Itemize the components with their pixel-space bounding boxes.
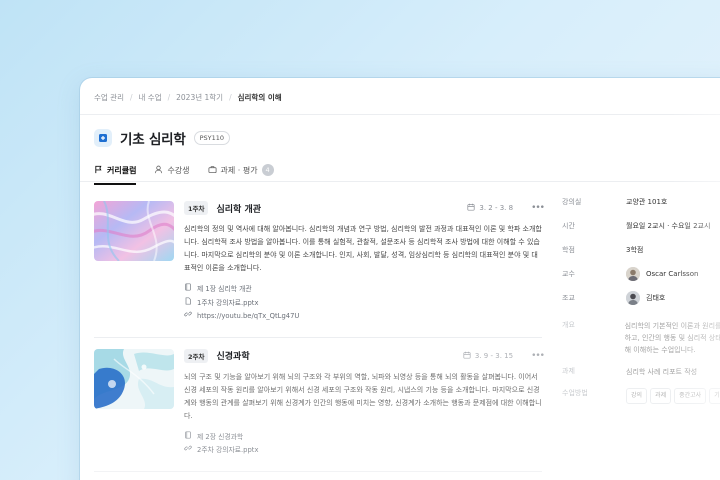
info-value: 심리학 사례 리포트 작성 bbox=[626, 368, 698, 376]
info-label: 강의실 bbox=[562, 198, 582, 206]
attachment-item[interactable]: 제 1장 심리학 개관 bbox=[184, 283, 544, 297]
info-value: 3학점 bbox=[626, 246, 644, 254]
assistant[interactable]: 김태호 bbox=[626, 291, 665, 305]
breadcrumb-item[interactable]: 내 수업 bbox=[139, 92, 162, 103]
week-thumbnail bbox=[94, 201, 174, 261]
course-icon bbox=[94, 129, 112, 147]
book-icon bbox=[184, 283, 192, 297]
tag: 과제 bbox=[650, 388, 672, 404]
edge-fade bbox=[80, 458, 720, 480]
avatar bbox=[626, 267, 640, 281]
tab-label: 과제 · 평가 bbox=[220, 165, 258, 175]
info-label: 개요 bbox=[562, 321, 575, 329]
info-row: 시간 월요일 2교시 · 수요일 2교시 bbox=[562, 214, 720, 238]
week-card[interactable]: 2주차 신경과학 3. 9 - 3. 15 ••• 뇌의 구조 및 기능을 알아… bbox=[94, 338, 545, 471]
week-date: 3. 9 - 3. 15 bbox=[463, 351, 513, 361]
info-value: 월요일 2교시 · 수요일 2교시 bbox=[626, 222, 711, 230]
professor-name: Oscar Carlsson bbox=[646, 270, 699, 278]
link-icon bbox=[184, 310, 192, 324]
week-card[interactable]: 1주차 심리학 개관 3. 2 - 3. 8 ••• 심리학의 정의 및 역사에… bbox=[94, 190, 545, 337]
attachment-text: 1주차 강의자료.pptx bbox=[197, 298, 259, 307]
briefcase-icon bbox=[208, 165, 217, 176]
breadcrumb-separator: / bbox=[229, 93, 232, 102]
attachment-item[interactable]: 2주차 강의자료.pptx bbox=[184, 444, 544, 458]
course-info-panel: 강의실 교양관 101호 시간 월요일 2교시 · 수요일 2교시 학점 3학점… bbox=[562, 190, 720, 414]
curriculum-list: 1주차 심리학 개관 3. 2 - 3. 8 ••• 심리학의 정의 및 역사에… bbox=[94, 190, 545, 472]
info-label: 학점 bbox=[562, 246, 575, 254]
attachment-item[interactable]: https://youtu.be/qTx_QtLg47U bbox=[184, 310, 544, 324]
breadcrumb-item[interactable]: 수업 관리 bbox=[94, 92, 124, 103]
page-title: 기초 심리학 bbox=[120, 132, 186, 148]
attachment-text: 제 1장 심리학 개관 bbox=[197, 285, 252, 293]
tab-label: 커리큘럼 bbox=[107, 165, 137, 175]
breadcrumb-separator: / bbox=[129, 93, 133, 102]
week-date-text: 3. 2 - 3. 8 bbox=[479, 204, 514, 212]
book-icon bbox=[184, 430, 192, 445]
tag: 강의 bbox=[626, 388, 648, 404]
breadcrumb-separator: / bbox=[167, 93, 171, 102]
info-label: 교수 bbox=[562, 270, 575, 278]
week-thumbnail bbox=[94, 348, 174, 409]
tag: 기 bbox=[709, 388, 720, 404]
divider bbox=[80, 181, 720, 182]
breadcrumb-current: 심리학의 이해 bbox=[237, 93, 282, 102]
course-window: 수업 관리 / 내 수업 / 2023년 1학기 / 심리학의 이해 기초 심리… bbox=[80, 78, 720, 480]
week-date: 3. 2 - 3. 8 bbox=[467, 203, 513, 213]
info-label: 과제 bbox=[562, 367, 575, 375]
breadcrumb: 수업 관리 / 내 수업 / 2023년 1학기 / 심리학의 이해 bbox=[94, 92, 282, 103]
info-row: 과제 심리학 사례 리포트 작성 bbox=[562, 366, 720, 378]
attachment-item[interactable]: 제 2장 신경과학 bbox=[184, 430, 544, 445]
attachment-item[interactable]: 1주차 강의자료.pptx bbox=[184, 296, 544, 311]
week-title: 심리학 개관 bbox=[216, 204, 262, 215]
info-label: 수업방법 bbox=[562, 389, 588, 397]
count-badge: 4 bbox=[261, 164, 274, 176]
info-value: 교양관 101호 bbox=[626, 198, 668, 206]
week-date-text: 3. 9 - 3. 15 bbox=[474, 351, 514, 360]
flag-icon bbox=[94, 165, 103, 176]
info-row: 수업방법 강의 과제 중간고사 기 bbox=[562, 388, 720, 404]
tab-label: 수강생 bbox=[167, 165, 190, 175]
calendar-icon bbox=[467, 203, 475, 213]
file-icon bbox=[184, 296, 192, 311]
week-description: 뇌의 구조 및 기능을 알아보기 위해 뇌의 구조와 각 부위의 역할, 뇌파와… bbox=[184, 372, 542, 420]
page-header: 기초 심리학 PSY110 bbox=[94, 128, 231, 148]
attachment-text: 2주차 강의자료.pptx bbox=[197, 446, 259, 454]
divider bbox=[80, 114, 720, 115]
info-row: 학점 3학점 bbox=[562, 238, 720, 262]
info-row: 교수 Oscar Carlsson bbox=[562, 262, 720, 286]
week-badge: 1주차 bbox=[184, 201, 209, 215]
attachment-text: 제 2장 신경과학 bbox=[197, 432, 244, 441]
attachment-list: 제 2장 신경과학 2주차 강의자료.pptx bbox=[184, 430, 544, 458]
week-title: 신경과학 bbox=[216, 352, 250, 362]
info-row: 조교 김태호 bbox=[562, 286, 720, 310]
attachment-list: 제 1장 심리학 개관 1주차 강의자료.pptx https://youtu.… bbox=[184, 283, 544, 324]
tag: 중간고사 bbox=[674, 388, 707, 404]
user-icon bbox=[154, 165, 163, 176]
more-icon[interactable]: ••• bbox=[531, 351, 545, 361]
attachment-text: https://youtu.be/qTx_QtLg47U bbox=[197, 312, 300, 320]
course-extra-info: 개요 심리학의 기본적인 이론과 원리를 학습하고, 인간의 행동 및 심리적 … bbox=[562, 320, 720, 404]
assistant-name: 김태호 bbox=[646, 294, 666, 302]
info-row: 개요 심리학의 기본적인 이론과 원리를 학습하고, 인간의 행동 및 심리적 … bbox=[562, 320, 720, 356]
professor[interactable]: Oscar Carlsson bbox=[626, 267, 698, 281]
info-row: 강의실 교양관 101호 bbox=[562, 190, 720, 214]
info-value: 심리학의 기본적인 이론과 원리를 학습하고, 인간의 행동 및 심리적 상태에… bbox=[624, 322, 720, 354]
calendar-icon bbox=[463, 351, 471, 361]
link-icon bbox=[184, 444, 192, 458]
tag-list: 강의 과제 중간고사 기 bbox=[626, 388, 720, 404]
avatar bbox=[626, 291, 640, 305]
info-label: 조교 bbox=[562, 294, 575, 302]
info-label: 시간 bbox=[562, 222, 575, 230]
week-description: 심리학의 정의 및 역사에 대해 알아봅니다. 심리학의 개념과 연구 방법, … bbox=[184, 225, 542, 272]
week-badge: 2주차 bbox=[184, 348, 209, 363]
breadcrumb-item[interactable]: 2023년 1학기 bbox=[176, 92, 223, 103]
course-code-badge: PSY110 bbox=[193, 131, 231, 145]
more-icon[interactable]: ••• bbox=[531, 203, 545, 213]
